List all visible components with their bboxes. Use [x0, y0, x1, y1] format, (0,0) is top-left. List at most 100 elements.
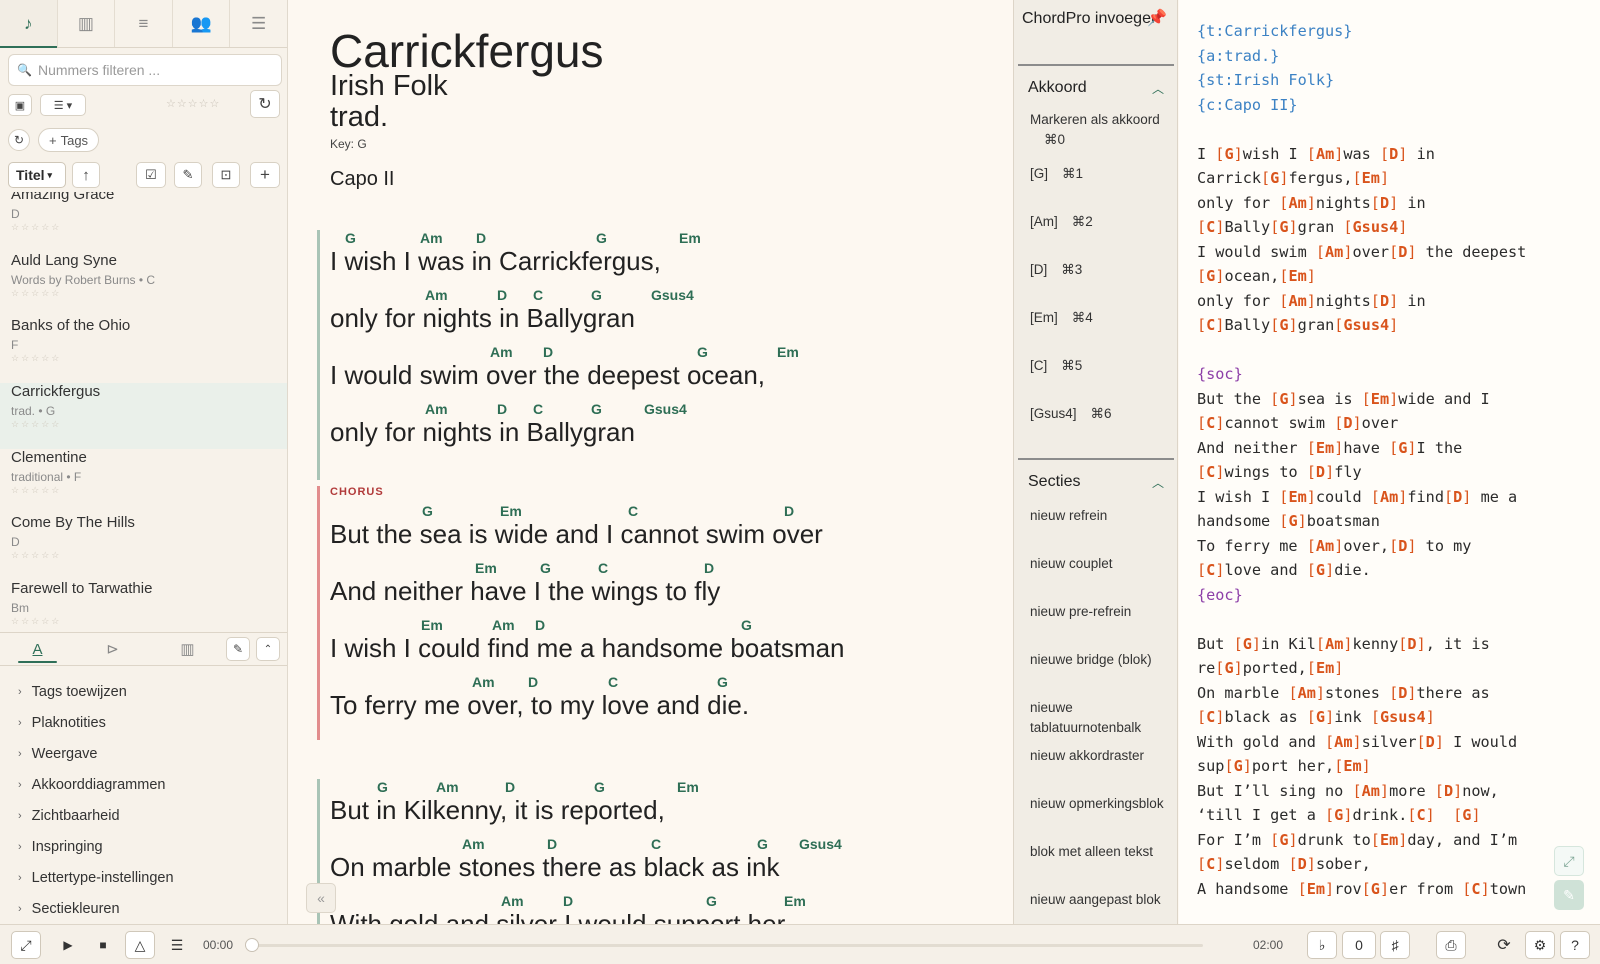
import-icon[interactable]: ⊡ — [212, 162, 240, 188]
song-rating-stars[interactable]: ☆☆☆☆☆ — [11, 222, 276, 233]
chevron-up-icon[interactable]: ⌃ — [256, 637, 280, 661]
pin-icon[interactable]: 📌 — [1147, 8, 1167, 28]
insert-section-item[interactable]: nieuwe bridge (blok) — [1018, 648, 1174, 696]
settings-item[interactable]: › Sectiekleuren — [0, 893, 287, 924]
song-rating-stars[interactable]: ☆☆☆☆☆ — [11, 616, 276, 627]
insert-chord-item[interactable]: [Gsus4] ⌘6 — [1018, 404, 1174, 452]
edit-icon[interactable]: ✎ — [174, 162, 202, 188]
chord-label[interactable]: Am — [425, 401, 448, 417]
settings-item[interactable]: › Plaknotities — [0, 707, 287, 738]
sections-header[interactable]: Secties ︿ — [1018, 460, 1174, 504]
chord-label[interactable]: Am — [490, 344, 513, 360]
song-list-item[interactable]: Amazing Grace D ☆☆☆☆☆ — [0, 192, 287, 252]
chord-label[interactable]: Am — [436, 779, 459, 795]
chord-label[interactable]: C — [533, 401, 543, 417]
song-list-item[interactable]: Come By The Hills D ☆☆☆☆☆ — [0, 514, 287, 580]
chord-label[interactable]: G — [594, 779, 605, 795]
chord-label[interactable]: D — [476, 230, 486, 246]
insert-chord-item[interactable]: [Em] ⌘4 — [1018, 308, 1174, 356]
settings-item[interactable]: › Lettertype-instellingen — [0, 862, 287, 893]
chord-label[interactable]: D — [543, 344, 553, 360]
stop-icon[interactable]: ■ — [90, 931, 116, 959]
settings-item[interactable]: › Akkoorddiagrammen — [0, 769, 287, 800]
chord-label[interactable]: Am — [501, 893, 524, 909]
insert-chord-item[interactable]: [D] ⌘3 — [1018, 260, 1174, 308]
text-format-icon[interactable]: A — [0, 633, 75, 665]
chord-label[interactable]: G — [706, 893, 717, 909]
song-rating-stars[interactable]: ☆☆☆☆☆ — [11, 550, 276, 561]
settings-item[interactable]: › Zichtbaarheid — [0, 800, 287, 831]
chord-label[interactable]: D — [497, 401, 507, 417]
song-list-item[interactable]: Banks of the Ohio F ☆☆☆☆☆ — [0, 317, 287, 383]
pencil-icon[interactable]: ✎ — [226, 637, 250, 661]
chord-label[interactable]: G — [591, 287, 602, 303]
chord-label[interactable]: D — [784, 503, 794, 519]
chord-label[interactable]: C — [533, 287, 543, 303]
keyboard-icon[interactable]: ▥ — [58, 0, 116, 47]
playlist-icon[interactable]: ≡ — [115, 0, 173, 47]
chord-label[interactable]: G — [717, 674, 728, 690]
chord-label[interactable]: D — [547, 836, 557, 852]
chord-label[interactable]: Em — [475, 560, 497, 576]
chord-label[interactable]: D — [563, 893, 573, 909]
sharp-icon[interactable]: ♯ — [1380, 931, 1410, 959]
list-view-dropdown[interactable]: ☰ ▾ — [40, 94, 86, 116]
chord-label[interactable]: G — [757, 836, 768, 852]
chord-label[interactable]: Em — [677, 779, 699, 795]
chord-label[interactable]: D — [497, 287, 507, 303]
chord-label[interactable]: G — [596, 230, 607, 246]
progress-bar[interactable] — [248, 944, 1203, 947]
play-circle-icon[interactable]: ⊳ — [75, 633, 150, 665]
music-note-icon[interactable]: ♪ — [0, 0, 58, 48]
chord-label[interactable]: D — [505, 779, 515, 795]
sync-icon[interactable]: ⟳ — [1490, 931, 1518, 959]
chord-label[interactable]: Em — [421, 617, 443, 633]
chord-label[interactable]: Gsus4 — [799, 836, 842, 852]
song-search-input[interactable]: 🔍 Nummers filteren ... — [8, 54, 282, 86]
play-icon[interactable]: ▶ — [55, 931, 81, 959]
sort-select[interactable]: Titel ▾ — [8, 162, 66, 188]
chord-label[interactable]: C — [628, 503, 638, 519]
chord-label[interactable]: C — [651, 836, 661, 852]
chord-label[interactable]: D — [528, 674, 538, 690]
refresh-icon[interactable]: ↻ — [250, 90, 280, 118]
settings-item[interactable]: › Weergave — [0, 738, 287, 769]
sliders-icon[interactable]: ☰ — [230, 0, 287, 47]
settings-item[interactable]: › Inspringing — [0, 831, 287, 862]
insert-section-item[interactable]: nieuwe tablatuurnotenbalk — [1018, 696, 1174, 744]
settings-item[interactable]: › Tags toewijzen — [0, 676, 287, 707]
chord-label[interactable]: Em — [784, 893, 806, 909]
chord-label[interactable]: G — [697, 344, 708, 360]
chord-label[interactable]: G — [422, 503, 433, 519]
help-icon[interactable]: ? — [1560, 931, 1590, 959]
chord-label[interactable]: Am — [472, 674, 495, 690]
fullscreen-icon[interactable]: ⤢ — [11, 931, 41, 959]
chord-label[interactable]: G — [377, 779, 388, 795]
insert-section-item[interactable]: nieuw opmerkingsblok — [1018, 792, 1174, 840]
insert-section-item[interactable]: nieuw refrein — [1018, 504, 1174, 552]
chord-label[interactable]: Em — [777, 344, 799, 360]
song-list-item[interactable]: Clementine traditional • F ☆☆☆☆☆ — [0, 449, 287, 515]
sliders-icon[interactable]: ☰ — [164, 931, 190, 959]
chord-label[interactable]: Em — [500, 503, 522, 519]
collapse-sidebar-icon[interactable]: « — [306, 883, 336, 913]
chord-label[interactable]: Am — [425, 287, 448, 303]
flat-icon[interactable]: ♭ — [1307, 931, 1337, 959]
chord-label[interactable]: Am — [462, 836, 485, 852]
song-rating-stars[interactable]: ☆☆☆☆☆ — [11, 419, 276, 430]
chord-label[interactable]: Gsus4 — [644, 401, 687, 417]
print-icon[interactable]: ⎙ — [1436, 931, 1466, 959]
expand-icon[interactable]: ⤢ — [1554, 846, 1584, 876]
rating-filter[interactable]: ☆☆☆☆☆ — [166, 97, 220, 110]
add-tags-button[interactable]: + Tags — [38, 128, 100, 152]
chord-section-header[interactable]: Akkoord ︿ — [1018, 66, 1174, 110]
insert-chord-item[interactable]: [C] ⌘5 — [1018, 356, 1174, 404]
chord-label[interactable]: D — [535, 617, 545, 633]
insert-section-item[interactable]: nieuw aangepast blok — [1018, 888, 1174, 924]
keyboard-icon[interactable]: ▥ — [150, 633, 225, 665]
reset-icon[interactable]: ↻ — [8, 129, 30, 151]
chord-label[interactable]: Em — [679, 230, 701, 246]
chordpro-editor[interactable]: {t:Carrickfergus} {a:trad.} {st:Irish Folk… — [1179, 0, 1600, 924]
chord-label[interactable]: C — [608, 674, 618, 690]
chord-label[interactable]: Gsus4 — [651, 287, 694, 303]
